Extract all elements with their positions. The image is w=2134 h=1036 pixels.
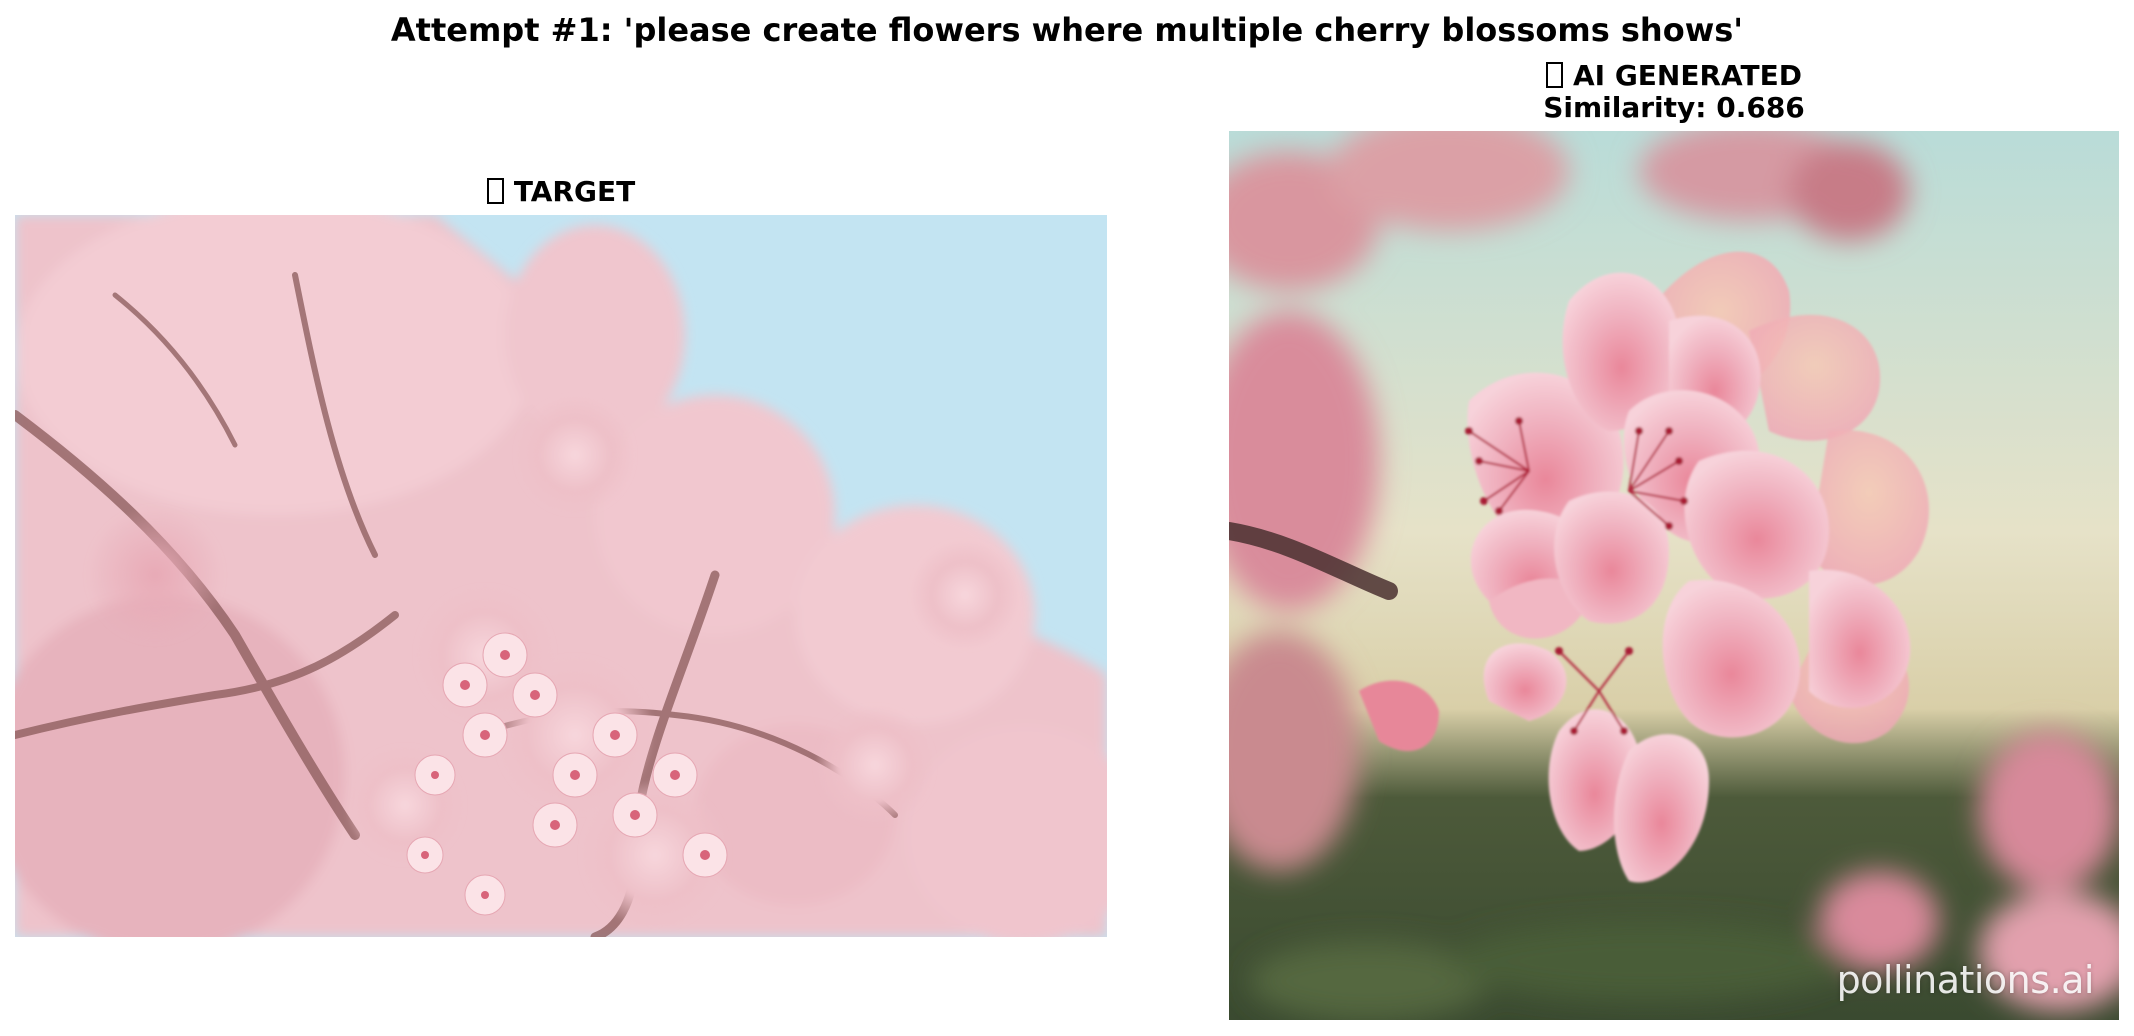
pollinations-watermark: pollinations.ai bbox=[1836, 958, 2095, 1002]
target-cherry-blossom-photo bbox=[15, 215, 1107, 937]
generated-panel-title: AI GENERATED Similarity: 0.686 bbox=[1229, 60, 2119, 124]
generated-cherry-blossom-photo bbox=[1229, 131, 2119, 1020]
target-image bbox=[15, 215, 1107, 937]
generated-image: pollinations.ai bbox=[1229, 131, 2119, 1020]
target-icon bbox=[486, 178, 504, 204]
target-panel-title: TARGET bbox=[15, 176, 1107, 208]
robot-icon bbox=[1545, 62, 1563, 88]
generated-title-line: AI GENERATED bbox=[1229, 60, 2119, 92]
figure-title: Attempt #1: 'please create flowers where… bbox=[390, 11, 1744, 49]
target-label: TARGET bbox=[513, 175, 636, 208]
similarity-score: Similarity: 0.686 bbox=[1543, 91, 1805, 124]
generated-label: AI GENERATED bbox=[1572, 59, 1803, 92]
